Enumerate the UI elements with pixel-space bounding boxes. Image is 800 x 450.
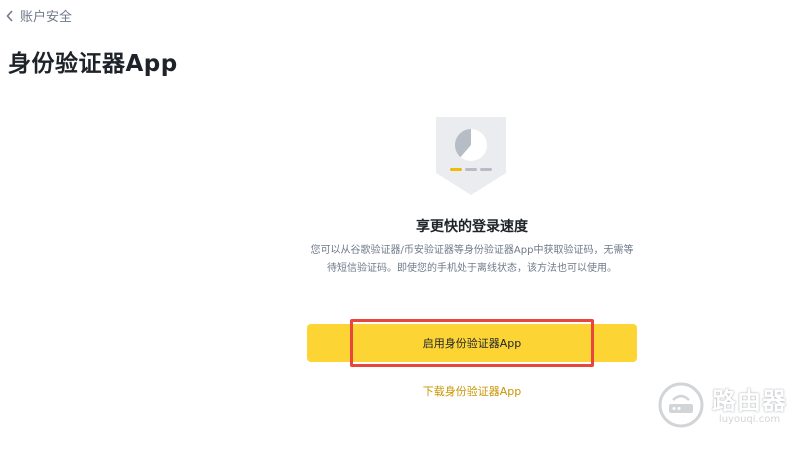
authenticator-app-page: 账户安全 身份验证器App 享更快的登录速度 您可以从谷歌验证器/币安验证器等身… bbox=[0, 0, 800, 450]
watermark-title: 路由器 bbox=[712, 387, 787, 415]
router-logo-icon bbox=[658, 382, 704, 432]
back-link[interactable]: 账户安全 bbox=[6, 6, 72, 25]
description: 您可以从谷歌验证器/币安验证器等身份验证器App中获取验证码，无需等待短信验证码… bbox=[310, 245, 634, 274]
watermark-url: luyouqi.com bbox=[718, 414, 781, 425]
authenticator-shield-icon bbox=[436, 117, 506, 195]
page-title: 身份验证器App bbox=[8, 51, 178, 77]
chevron-left-icon bbox=[6, 9, 14, 22]
download-authenticator-link[interactable]: 下载身份验证器App bbox=[307, 383, 637, 399]
enable-authenticator-button[interactable]: 启用身份验证器App bbox=[307, 324, 637, 362]
headline: 享更快的登录速度 bbox=[416, 219, 528, 235]
back-link-label: 账户安全 bbox=[20, 10, 73, 25]
watermark: 路由器 luyouqi.com bbox=[658, 382, 787, 432]
